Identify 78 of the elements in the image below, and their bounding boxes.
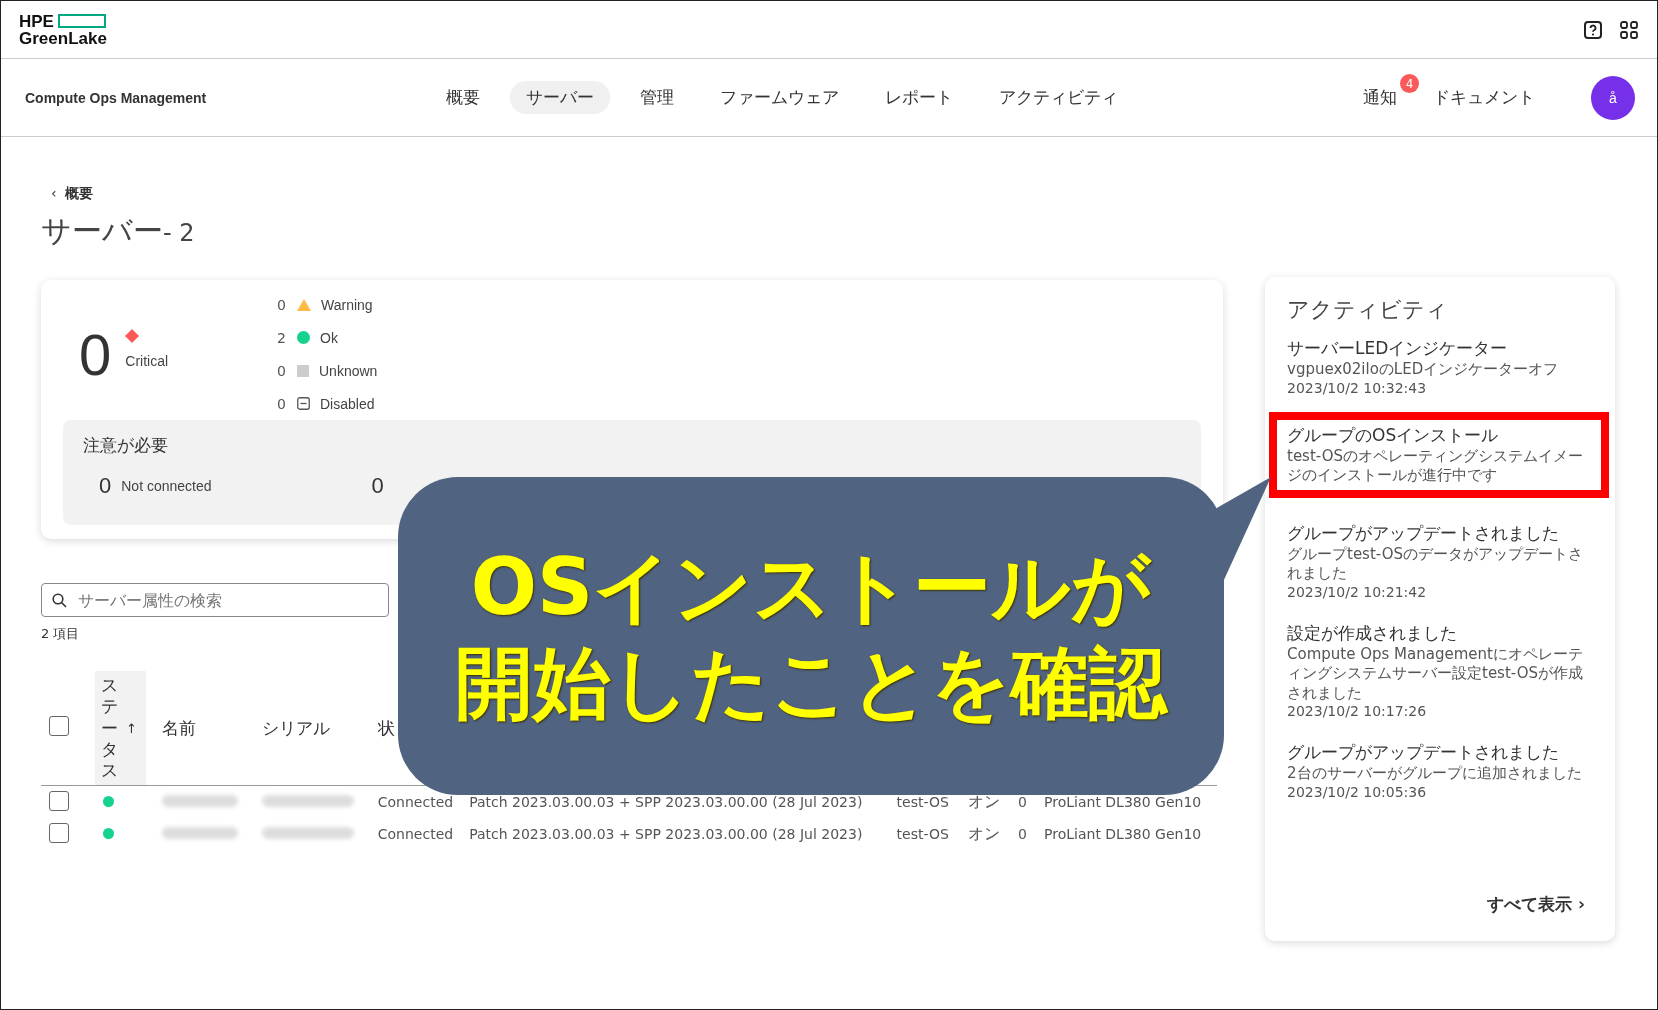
brand-name: HPE: [19, 12, 54, 30]
logo-rectangle-icon: [57, 14, 106, 28]
back-link[interactable]: ‹ 概要: [41, 185, 94, 203]
user-avatar[interactable]: å: [1591, 75, 1635, 120]
attention-count: 0: [371, 473, 384, 499]
status-label: Unknown: [319, 362, 378, 379]
activity-item-time: 2023/10/2 10:05:36: [1287, 783, 1428, 800]
activity-item-text: 2台のサーバーがグループに追加されました: [1287, 764, 1583, 784]
app-name: Compute Ops Management: [25, 89, 208, 106]
column-header[interactable]: ステータス ↑: [95, 671, 146, 786]
sort-arrow[interactable]: ↑: [126, 720, 137, 736]
nav-tab[interactable]: ファームウェア: [704, 81, 855, 114]
table-cell: ProLiant DL380 Gen10: [1044, 794, 1202, 811]
notifications-link[interactable]: 通知: [1363, 86, 1397, 109]
activity-title: アクティビティ: [1287, 296, 1449, 324]
diamond-icon: [125, 329, 140, 343]
nav-tab[interactable]: サーバー: [510, 81, 610, 114]
activity-item-title: 設定が作成されました: [1287, 621, 1458, 645]
status-count: 0: [277, 362, 287, 379]
status-count: 2: [277, 329, 287, 346]
table-cell: Patch 2023.03.00.03 + SPP 2023.03.00.00 (28 Jul 2023): [469, 826, 863, 843]
table-cell: オン: [967, 791, 1000, 811]
item-count: 2 項目: [41, 625, 80, 643]
table-cell: ProLiant DL380 Gen10: [1044, 826, 1202, 843]
documents-link[interactable]: ドキュメント: [1433, 86, 1535, 109]
select-all-checkbox[interactable]: [49, 716, 69, 737]
row-checkbox[interactable]: [49, 822, 69, 843]
view-all-link[interactable]: すべて表示 ›: [1481, 892, 1591, 917]
square-icon: [297, 364, 309, 377]
attention-label: Not connected: [121, 478, 212, 494]
attention-title: 注意が必要: [83, 434, 169, 457]
table-cell: Connected: [377, 794, 454, 811]
nav-tab[interactable]: アクティビティ: [983, 81, 1134, 114]
status-label: Warning: [321, 296, 373, 313]
activity-item-text: vgpuex02iloのLEDインジケーターオフ: [1287, 360, 1560, 380]
attention-count: 0: [99, 473, 112, 499]
activity-item-text: グループtest-OSのデータがアップデートされました: [1287, 544, 1584, 584]
warning-triangle-icon: [297, 298, 311, 311]
app-grid-icon[interactable]: [1619, 19, 1639, 40]
status-count: 0: [277, 296, 287, 313]
brand-name: GreenLake: [19, 29, 107, 47]
notification-count-badge: 4: [1400, 74, 1419, 93]
table-cell: Patch 2023.03.00.03 + SPP 2023.03.00.00 (28 Jul 2023): [469, 794, 863, 811]
help-icon[interactable]: [1583, 19, 1603, 40]
table-cell: test-OS: [896, 794, 949, 811]
activity-item-time: 2023/10/2 10:32:43: [1287, 379, 1428, 396]
ok-dot-icon: [297, 331, 310, 344]
status-label: Ok: [320, 329, 338, 346]
page-title: サーバー- 2: [41, 212, 195, 250]
table-cell: Connected: [377, 826, 454, 843]
activity-item-title: サーバーLEDインジケーター: [1287, 337, 1509, 360]
activity-item-time: 2023/10/2 10:17:26: [1287, 703, 1428, 719]
column-header[interactable]: 名前: [161, 717, 196, 738]
activity-item-text: Compute Ops Managementにオペレーティングシステムサーバー設定test-OSが作成されました: [1287, 644, 1584, 703]
table-cell: test-OS: [896, 826, 949, 843]
table-cell: 0: [1018, 826, 1027, 843]
column-header[interactable]: シリアル: [261, 717, 330, 738]
activity-item-title: グループがアップデートされました: [1287, 741, 1560, 764]
table-cell: 0: [1018, 794, 1027, 811]
activity-item-title: グループのOSインストール: [1287, 423, 1500, 447]
column-header[interactable]: 状: [377, 717, 395, 738]
search-icon: [52, 593, 67, 608]
callout-text: OSインストールが: [470, 543, 1152, 633]
callout-text: 開始したことを確認: [455, 639, 1167, 729]
critical-count: 0: [79, 320, 112, 388]
disabled-icon: [297, 397, 310, 410]
activity-item-text: test-OSのオペレーティングシステムイメージのインストールが進行中です: [1287, 446, 1584, 486]
table-cell: オン: [967, 823, 1000, 843]
status-count: 0: [277, 395, 287, 412]
nav-tab[interactable]: レポート: [869, 81, 969, 114]
row-checkbox[interactable]: [49, 790, 69, 811]
search-field[interactable]: サーバー属性の検索: [41, 583, 389, 617]
nav-tab[interactable]: 概要: [430, 81, 496, 114]
critical-label: Critical: [125, 353, 169, 369]
status-label: Disabled: [320, 395, 375, 412]
nav-tab[interactable]: 管理: [624, 81, 690, 114]
activity-item-time: 2023/10/2 10:21:42: [1287, 583, 1428, 600]
activity-item-title: グループがアップデートされました: [1287, 521, 1560, 545]
